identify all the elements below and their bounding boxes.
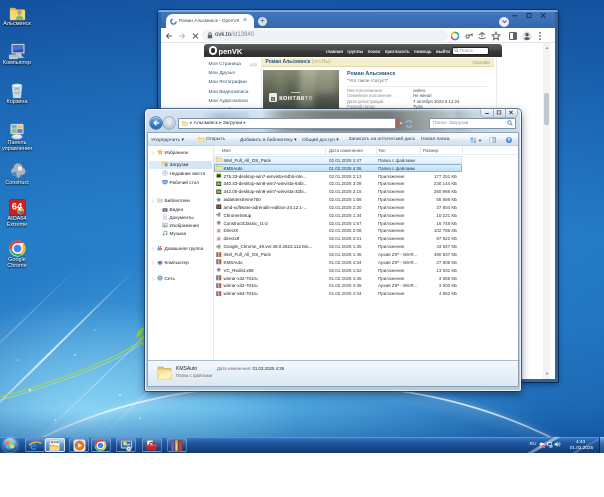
svg-text:e: e	[29, 439, 36, 452]
